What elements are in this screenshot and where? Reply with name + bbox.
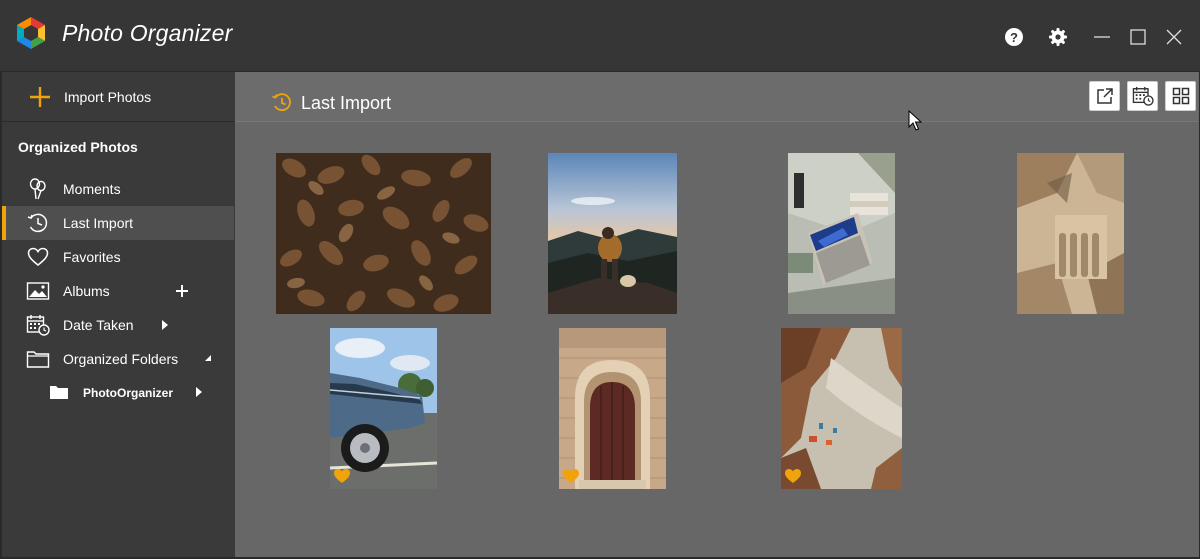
photo-thumbnail[interactable] bbox=[330, 328, 437, 489]
chevron-right-icon bbox=[196, 387, 202, 397]
sidebar-item-moments[interactable]: Moments bbox=[4, 172, 234, 206]
sidebar-item-label: Favorites bbox=[63, 249, 121, 265]
calendar-clock-icon bbox=[1132, 86, 1154, 106]
chevron-right-icon bbox=[162, 320, 168, 330]
image-icon bbox=[26, 282, 50, 300]
plus-icon bbox=[30, 87, 50, 107]
collapse-folders-button[interactable] bbox=[202, 351, 218, 367]
folder-filled-icon bbox=[50, 386, 68, 399]
sidebar-item-label: Albums bbox=[63, 283, 110, 299]
sidebar: Import Photos Organized Photos Moments L… bbox=[0, 72, 235, 559]
sidebar-item-label: Moments bbox=[63, 181, 121, 197]
photo-thumbnail[interactable] bbox=[559, 328, 666, 489]
photo-thumbnail[interactable] bbox=[548, 153, 677, 314]
main-content: Last Import bbox=[235, 72, 1200, 559]
clock-icon bbox=[27, 213, 48, 233]
photo-thumbnail[interactable] bbox=[788, 153, 895, 314]
import-photos-button[interactable]: Import Photos bbox=[2, 72, 235, 122]
close-icon bbox=[1166, 29, 1182, 45]
page-title: Last Import bbox=[301, 93, 392, 113]
sidebar-subitem-photoorganizer[interactable]: PhotoOrganizer bbox=[4, 375, 234, 409]
photo-thumbnail[interactable] bbox=[781, 328, 902, 489]
settings-button[interactable] bbox=[1047, 26, 1069, 48]
sidebar-item-label: Organized Folders bbox=[63, 351, 179, 367]
favorite-heart-icon[interactable] bbox=[784, 468, 802, 484]
favorite-heart-icon[interactable] bbox=[562, 468, 580, 484]
help-button[interactable]: ? bbox=[1003, 26, 1025, 48]
photo-thumbnail[interactable] bbox=[276, 153, 491, 314]
sidebar-item-label: Date Taken bbox=[63, 317, 134, 333]
open-external-button[interactable] bbox=[1089, 81, 1120, 111]
hiker-sunset-photo bbox=[548, 153, 677, 314]
photo-thumbnail[interactable] bbox=[1017, 153, 1124, 314]
sidebar-item-date-taken[interactable]: Date Taken bbox=[4, 308, 234, 342]
plus-icon bbox=[176, 285, 188, 297]
sidebar-subitem-label: PhotoOrganizer bbox=[83, 386, 174, 400]
close-button[interactable] bbox=[1163, 26, 1185, 48]
sidebar-item-albums[interactable]: Albums bbox=[4, 274, 234, 308]
settings-gear-icon bbox=[1049, 28, 1067, 46]
folder-outline-icon bbox=[26, 351, 50, 368]
sidebar-item-label: Last Import bbox=[63, 215, 134, 231]
grid-view-button[interactable] bbox=[1165, 81, 1196, 111]
laptop-desk-photo bbox=[788, 153, 895, 314]
maximize-button[interactable] bbox=[1127, 26, 1149, 48]
content-header: Last Import bbox=[235, 72, 1198, 122]
balloons-icon bbox=[29, 178, 46, 200]
section-title-organized-photos: Organized Photos bbox=[18, 139, 138, 155]
heart-outline-icon bbox=[27, 247, 49, 266]
sidebar-item-last-import[interactable]: Last Import bbox=[2, 206, 234, 240]
svg-text:?: ? bbox=[1010, 30, 1018, 45]
autumn-leaves-photo bbox=[276, 153, 491, 314]
open-external-icon bbox=[1096, 88, 1113, 104]
title-bar: Photo Organizer ? bbox=[0, 0, 1200, 72]
expand-photoorganizer-button[interactable] bbox=[191, 384, 207, 400]
expand-date-taken-button[interactable] bbox=[157, 317, 173, 333]
aerial-beach-photo bbox=[781, 328, 902, 489]
help-icon: ? bbox=[1005, 28, 1023, 46]
app-logo-icon bbox=[17, 17, 45, 49]
favorite-heart-icon[interactable] bbox=[333, 468, 351, 484]
sidebar-item-favorites[interactable]: Favorites bbox=[4, 240, 234, 274]
sidebar-item-organized-folders[interactable]: Organized Folders bbox=[4, 342, 234, 376]
chevron-up-icon bbox=[205, 355, 211, 361]
clock-icon bbox=[272, 93, 291, 112]
import-photos-label: Import Photos bbox=[64, 89, 152, 105]
grid-view-icon bbox=[1172, 87, 1189, 105]
add-album-button[interactable] bbox=[174, 283, 190, 299]
maximize-icon bbox=[1130, 29, 1146, 45]
arched-door-photo bbox=[559, 328, 666, 489]
app-title: Photo Organizer bbox=[62, 20, 233, 46]
vintage-car-photo bbox=[330, 328, 437, 489]
date-view-button[interactable] bbox=[1127, 81, 1158, 111]
minimize-icon bbox=[1094, 36, 1110, 38]
cliff-aqueduct-photo bbox=[1017, 153, 1124, 314]
calendar-clock-icon bbox=[26, 315, 50, 336]
minimize-button[interactable] bbox=[1091, 26, 1113, 48]
